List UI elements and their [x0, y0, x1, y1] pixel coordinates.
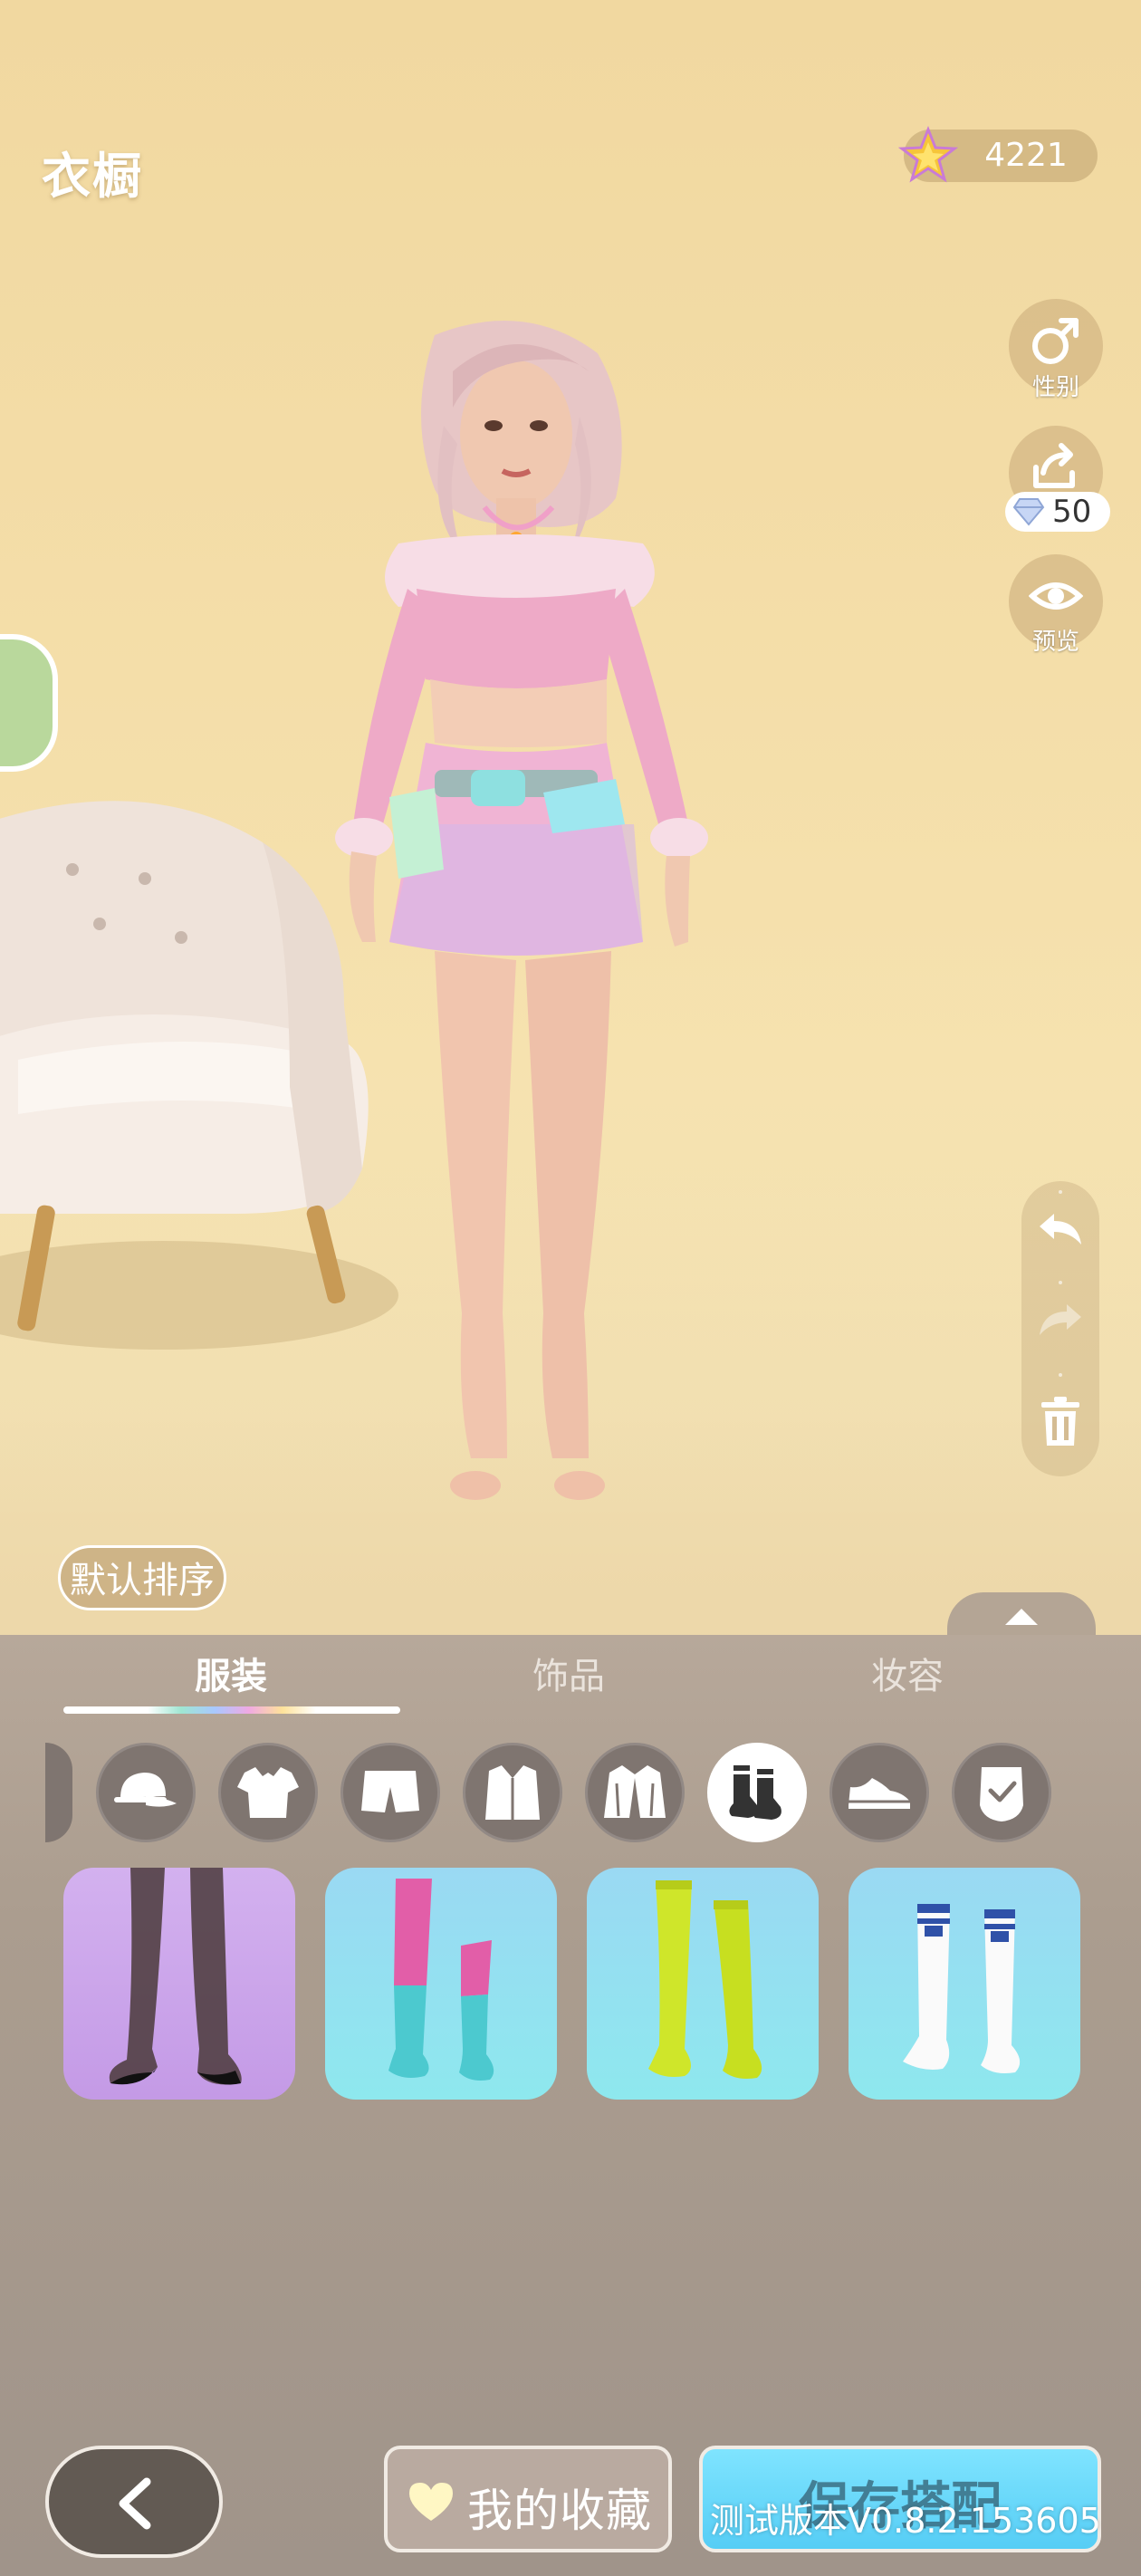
panel-collapse-toggle[interactable]: [947, 1592, 1096, 1636]
star-gem-icon: [898, 126, 958, 183]
scene-background: [0, 0, 1141, 1635]
page-title: 衣橱: [42, 148, 143, 205]
currency-display[interactable]: 4221: [898, 126, 1098, 183]
version-watermark: 测试版本V0.8.2.153605: [710, 2501, 1101, 2541]
sub-category-tshirt[interactable]: [218, 1743, 318, 1842]
edit-history-panel: [1021, 1181, 1099, 1476]
avatar-model[interactable]: [299, 317, 770, 1549]
redo-icon[interactable]: [1034, 1299, 1087, 1344]
share-cost-value: 50: [1052, 494, 1092, 530]
gender-label: 性别: [1031, 374, 1079, 401]
pink-cyan-socks-image: [388, 1879, 494, 2081]
chevron-up-icon: [1005, 1609, 1038, 1625]
trash-icon[interactable]: [1038, 1395, 1083, 1449]
eye-icon: [1029, 582, 1083, 610]
sub-category-jacket[interactable]: [585, 1743, 685, 1842]
socks-icon: [729, 1765, 781, 1820]
glove-icon: [980, 1767, 1023, 1821]
share-icon: [1033, 443, 1075, 488]
heart-icon: [409, 2483, 453, 2521]
item-card-black-stockings[interactable]: [63, 1868, 295, 2100]
sub-category-socks[interactable]: [707, 1743, 807, 1842]
sub-category-shoes[interactable]: [829, 1743, 929, 1842]
green-stockings-image: [648, 1880, 762, 2079]
shorts-icon: [361, 1771, 419, 1812]
jacket-icon: [604, 1765, 666, 1818]
dress-shirt-icon: [485, 1764, 540, 1820]
back-button[interactable]: [45, 2446, 223, 2558]
sneaker-icon: [849, 1778, 910, 1809]
sub-category-partial[interactable]: [45, 1743, 72, 1842]
shirt-icon: [237, 1767, 299, 1818]
tab-makeup[interactable]: 妆容: [871, 1647, 944, 1699]
favorites-button[interactable]: 我的收藏: [384, 2446, 672, 2552]
preview-label: 预览: [1031, 629, 1079, 656]
share-cost-badge: 50: [1005, 492, 1110, 532]
white-socks-image: [903, 1904, 1021, 2073]
tab-accessories[interactable]: 饰品: [532, 1647, 605, 1699]
chevron-left-icon: [119, 2477, 151, 2530]
sub-category-shorts[interactable]: [340, 1743, 440, 1842]
sub-category-gloves[interactable]: [952, 1743, 1051, 1842]
sub-category-hat[interactable]: [96, 1743, 196, 1842]
item-card-green-stockings[interactable]: [587, 1868, 819, 2100]
black-stockings-image: [109, 1868, 242, 2085]
active-tab-indicator: [63, 1706, 400, 1714]
hat-icon: [114, 1773, 177, 1807]
diamond-icon: [1012, 498, 1045, 526]
currency-amount: 4221: [984, 137, 1068, 174]
tab-clothing[interactable]: 服装: [195, 1647, 267, 1699]
item-card-pink-cyan-socks[interactable]: [325, 1868, 557, 2100]
chat-bubble-button[interactable]: [0, 634, 58, 772]
sort-button[interactable]: 默认排序: [58, 1545, 226, 1610]
item-card-white-sport-socks[interactable]: [849, 1868, 1080, 2100]
gender-icon: [1032, 318, 1079, 364]
sub-category-dress-shirt[interactable]: [463, 1743, 562, 1842]
undo-icon[interactable]: [1034, 1208, 1087, 1254]
favorites-label: 我的收藏: [467, 2485, 652, 2537]
